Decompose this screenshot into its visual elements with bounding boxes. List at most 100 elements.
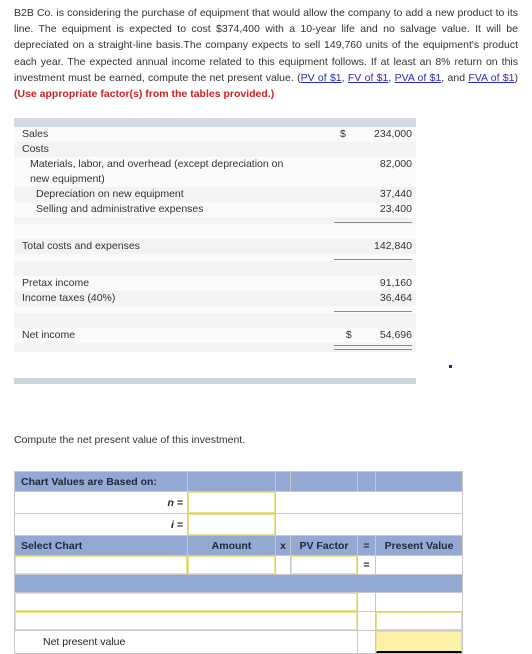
net-present-value-answer-cell[interactable]	[375, 630, 463, 654]
i-label: i =	[14, 513, 188, 536]
income-statement-bottom-bar	[14, 378, 416, 384]
row-label-total-costs: Total costs and expenses	[22, 240, 140, 252]
worksheet-divider-band	[14, 574, 463, 593]
row-value-costs	[302, 142, 416, 157]
worksheet-extra-row-2	[14, 611, 463, 631]
amount-text: 37,440	[379, 188, 412, 200]
spacer-row	[14, 261, 416, 276]
spacer-cell-left	[14, 261, 302, 276]
row-label-sales: Sales	[22, 128, 49, 140]
net-present-value-input[interactable]	[376, 631, 462, 653]
table-row: Total costs and expenses 142,840	[14, 239, 416, 254]
stray-marker-dot	[449, 365, 452, 368]
chart-values-header-blank-x	[275, 471, 291, 492]
total-costs-rule	[302, 254, 416, 261]
chart-values-header-blank-amount	[187, 471, 276, 492]
npv-worksheet-table: Chart Values are Based on: n = i = Selec…	[14, 471, 463, 654]
extra-row-2-present-value-cell[interactable]	[375, 611, 463, 631]
table-row: Sales $234,000	[14, 127, 416, 142]
amount-text: 36,464	[379, 292, 412, 304]
pv-factor-cell[interactable]	[290, 555, 358, 575]
select-chart-input[interactable]	[15, 556, 187, 574]
compute-npv-prompt: Compute the net present value of this in…	[14, 434, 246, 446]
fv-of-1-link[interactable]: FV of $1	[348, 72, 388, 84]
subtotal-rule-row	[14, 217, 416, 224]
n-input[interactable]	[188, 492, 275, 513]
row-value-materials-labor-overhead: 82,000	[302, 157, 416, 187]
instruction-note: (Use appropriate factor(s) from the tabl…	[14, 88, 275, 101]
table-row: Net income $54,696	[14, 328, 416, 343]
amount-text: 91,160	[379, 277, 412, 289]
net-present-value-label: Net present value	[14, 630, 358, 654]
row-label-materials-labor-overhead: Materials, labor, and overhead (except d…	[30, 158, 284, 185]
spacer-cell-right	[302, 313, 416, 328]
column-header-times: x	[275, 535, 291, 556]
spacer-cell-left	[14, 313, 302, 328]
row-label-pretax-income: Pretax income	[22, 277, 90, 289]
amount-text: 23,400	[379, 203, 412, 215]
row-value-total-costs: 142,840	[302, 239, 416, 254]
i-rate-row: i =	[14, 513, 463, 536]
total-rule-row	[14, 343, 416, 352]
n-row-filler	[275, 491, 463, 514]
n-label: n =	[14, 491, 188, 514]
pv-of-1-link[interactable]: PV of $1	[301, 72, 342, 84]
amount-input[interactable]	[188, 556, 275, 574]
currency-symbol: $	[345, 329, 352, 341]
column-header-select-chart: Select Chart	[14, 535, 188, 556]
spacer-row	[14, 224, 416, 239]
net-present-value-eq-cell	[357, 630, 376, 654]
table-row: Income taxes (40%) 36,464	[14, 291, 416, 306]
column-header-equals: =	[357, 535, 376, 556]
row-value-net-income: $54,696	[302, 328, 416, 343]
n-periods-row: n =	[14, 491, 463, 514]
pv-factor-input[interactable]	[291, 556, 357, 574]
equals-sign-cell: =	[357, 555, 376, 575]
amount-text: 82,000	[379, 158, 412, 170]
extra-row-2-description-cell[interactable]	[14, 611, 358, 631]
subtotal-rule-row	[14, 306, 416, 313]
worksheet-divider-band-row	[14, 574, 463, 593]
net-present-value-row: Net present value	[14, 630, 463, 654]
table-row: Materials, labor, and overhead (except d…	[14, 157, 416, 187]
currency-symbol: $	[340, 128, 346, 140]
link-sep-3: , and	[441, 71, 469, 84]
rule-spacer-cell	[14, 343, 302, 352]
extra-row-1-eq-cell	[357, 592, 376, 612]
extra-row-2-present-value-input[interactable]	[376, 612, 462, 630]
income-statement-table: Sales $234,000 Costs Materials, labor, a…	[14, 118, 416, 352]
row-value-income-taxes: 36,464	[302, 291, 416, 306]
i-input[interactable]	[188, 514, 275, 535]
close-paren: )	[514, 71, 518, 84]
worksheet-column-header-row: Select Chart Amount x PV Factor = Presen…	[14, 535, 463, 556]
rule-spacer-cell	[14, 254, 302, 261]
column-header-amount: Amount	[187, 535, 276, 556]
spacer-cell-left	[14, 224, 302, 239]
i-input-cell[interactable]	[187, 513, 276, 536]
extra-row-1-description-cell[interactable]	[14, 592, 358, 612]
extra-row-2-description-input[interactable]	[15, 612, 357, 630]
extra-row-2-eq-cell	[357, 611, 376, 631]
amount-text: 234,000	[374, 128, 412, 140]
fva-of-1-link[interactable]: FVA of $1	[468, 72, 514, 84]
pva-of-1-link[interactable]: PVA of $1	[395, 72, 442, 84]
row-value-depreciation: 37,440	[302, 187, 416, 202]
chart-values-header-label: Chart Values are Based on:	[14, 471, 188, 492]
chart-values-header-row: Chart Values are Based on:	[14, 471, 463, 492]
column-header-pv-factor: PV Factor	[290, 535, 358, 556]
select-chart-cell[interactable]	[14, 555, 188, 575]
subtotal-rule-row	[14, 254, 416, 261]
amount-text: 142,840	[374, 240, 412, 252]
rule-spacer-cell	[14, 306, 302, 313]
column-header-present-value: Present Value	[375, 535, 463, 556]
extra-row-1-description-input[interactable]	[15, 593, 357, 611]
amount-text: 54,696	[379, 329, 412, 341]
table-row: Depreciation on new equipment 37,440	[14, 187, 416, 202]
amount-cell[interactable]	[187, 555, 276, 575]
chart-values-header-blank-eq	[357, 471, 376, 492]
n-input-cell[interactable]	[187, 491, 276, 514]
row-value-pretax-income: 91,160	[302, 276, 416, 291]
row-value-sales: $234,000	[302, 127, 416, 142]
table-row: Pretax income 91,160	[14, 276, 416, 291]
row-value-selling-admin: 23,400	[302, 202, 416, 217]
